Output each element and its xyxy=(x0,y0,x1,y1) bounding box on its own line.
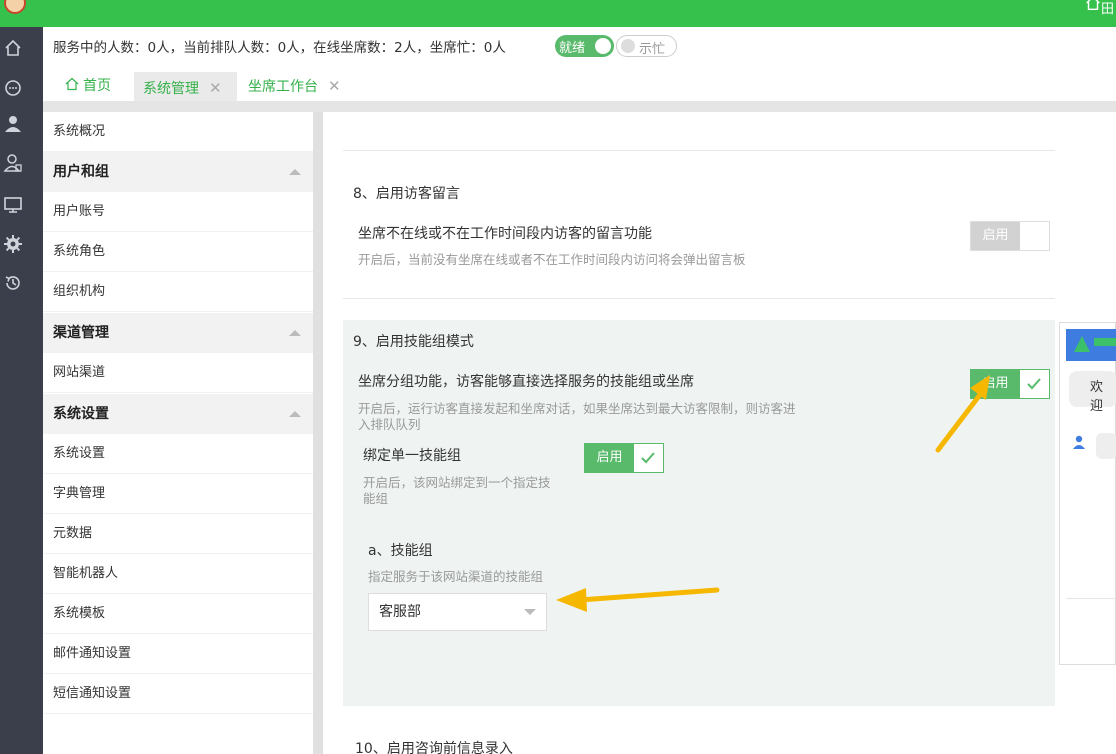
toggle-knob xyxy=(595,38,611,54)
collapse-icon xyxy=(289,330,301,336)
tab-bar: 首页 系统管理 ✕ 坐席工作台 ✕ xyxy=(43,63,1116,101)
divider xyxy=(343,150,1055,151)
bind-skill-desc-line1: 开启后，该网站绑定到一个指定技 xyxy=(363,475,551,490)
bind-skill-toggle[interactable]: 启用 xyxy=(584,443,664,473)
user-nav-icon[interactable] xyxy=(3,114,23,134)
user-avatar-icon xyxy=(1073,435,1085,449)
bind-skill-desc-line2: 能组 xyxy=(363,491,389,506)
ready-toggle[interactable]: 就绪 xyxy=(555,35,614,57)
contacts-nav-icon[interactable] xyxy=(3,153,23,173)
collapse-icon xyxy=(289,169,301,175)
chevron-down-icon xyxy=(524,609,536,615)
message-toggle[interactable]: 启用 xyxy=(970,221,1050,251)
menu-group-label: 系统设置 xyxy=(53,406,109,422)
menu-item-metadata[interactable]: 元数据 xyxy=(43,514,313,554)
menu-item-dict[interactable]: 字典管理 xyxy=(43,474,313,514)
home-icon xyxy=(65,73,79,91)
tab-home-label: 首页 xyxy=(83,78,111,94)
close-icon[interactable]: ✕ xyxy=(328,77,341,95)
menu-group-users[interactable]: 用户和组 xyxy=(43,152,313,192)
toggle-label: 启用 xyxy=(971,222,1020,250)
menu-item-sys-settings[interactable]: 系统设置 xyxy=(43,434,313,474)
section8-title: 8、启用访客留言 xyxy=(353,186,460,202)
menu-item-robot[interactable]: 智能机器人 xyxy=(43,554,313,594)
menu-group-label: 用户和组 xyxy=(53,164,109,180)
user-message-bubble xyxy=(1096,433,1116,459)
tab-home[interactable]: 首页 xyxy=(65,72,125,101)
tab-seat-workbench[interactable]: 坐席工作台 ✕ xyxy=(237,72,347,101)
chat-nav-icon[interactable] xyxy=(3,78,23,98)
toggle-knob xyxy=(621,39,635,53)
top-header-bar: 田 xyxy=(0,0,1116,27)
menu-item-web-channel[interactable]: 网站渠道 xyxy=(43,353,313,393)
busy-toggle-label: 示忙 xyxy=(639,42,666,57)
annotation-arrow-icon xyxy=(935,375,990,453)
status-summary-text: 服务中的人数：0人，当前排队人数：0人，在线坐席数：2人，坐席忙：0人 xyxy=(53,40,506,56)
ready-toggle-label: 就绪 xyxy=(559,41,586,56)
busy-toggle[interactable]: 示忙 xyxy=(616,35,677,57)
skill-group-value: 客服部 xyxy=(379,604,421,620)
menu-item-system-role[interactable]: 系统角色 xyxy=(43,232,313,272)
app-logo-icon xyxy=(4,0,26,14)
skill-group-desc: 指定服务于该网站渠道的技能组 xyxy=(368,569,544,584)
menu-group-channel[interactable]: 渠道管理 xyxy=(43,313,313,353)
side-menu-scrollbar[interactable] xyxy=(313,112,323,754)
section10-title: 10、启用咨询前信息录入 xyxy=(355,741,513,754)
home-icon[interactable] xyxy=(1084,0,1102,12)
topbar-user-text[interactable]: 田 xyxy=(1101,0,1114,17)
tab-system-label: 系统管理 xyxy=(143,81,199,97)
tab-seat-label: 坐席工作台 xyxy=(248,79,318,95)
section8-label: 坐席不在线或不在工作时间段内访客的留言功能 xyxy=(358,226,652,242)
check-icon xyxy=(1027,378,1041,390)
annotation-arrow-icon xyxy=(556,587,720,612)
brand-logo xyxy=(1094,338,1116,346)
monitor-nav-icon[interactable] xyxy=(3,195,23,215)
home-nav-icon[interactable] xyxy=(3,38,23,58)
settings-gear-icon[interactable] xyxy=(3,234,23,254)
menu-item-overview[interactable]: 系统概况 xyxy=(43,112,313,152)
check-icon xyxy=(641,452,655,464)
section9-desc-line1: 开启后，运行访客直接发起和坐席对话，如果坐席达到最大访客限制，则访客进 xyxy=(358,401,796,416)
skill-group-select[interactable]: 客服部 xyxy=(368,593,547,631)
skill-group-title: a、技能组 xyxy=(368,543,433,559)
brand-tree-icon xyxy=(1074,336,1090,352)
close-icon[interactable]: ✕ xyxy=(209,79,222,97)
preview-header xyxy=(1066,329,1116,361)
side-menu: 系统概况 用户和组 用户账号 系统角色 组织机构 渠道管理 网站渠道 系统设置 … xyxy=(43,112,313,754)
menu-item-user-account[interactable]: 用户账号 xyxy=(43,192,313,232)
section9-label: 坐席分组功能，访客能够直接选择服务的技能组或坐席 xyxy=(358,374,694,390)
menu-item-mail[interactable]: 邮件通知设置 xyxy=(43,634,313,674)
collapse-icon xyxy=(289,411,301,417)
tab-system-management[interactable]: 系统管理 ✕ xyxy=(134,72,237,101)
section8-desc: 开启后，当前没有坐席在线或者不在工作时间段内访问将会弹出留言板 xyxy=(358,252,746,267)
divider xyxy=(343,298,1055,299)
tab-divider-strip xyxy=(43,101,1116,112)
left-icon-nav xyxy=(0,27,43,754)
menu-item-org[interactable]: 组织机构 xyxy=(43,272,313,312)
history-nav-icon[interactable] xyxy=(3,273,23,293)
menu-group-label: 渠道管理 xyxy=(53,325,109,341)
section9-desc-line2: 入排队队列 xyxy=(358,417,421,432)
preview-divider xyxy=(1066,598,1116,599)
menu-item-template[interactable]: 系统模板 xyxy=(43,594,313,634)
toggle-label: 启用 xyxy=(585,444,634,472)
bind-skill-label: 绑定单一技能组 xyxy=(363,448,461,464)
greeting-text: 欢迎 xyxy=(1090,380,1104,414)
menu-group-settings[interactable]: 系统设置 xyxy=(43,394,313,434)
menu-item-sms[interactable]: 短信通知设置 xyxy=(43,674,313,714)
section9-title: 9、启用技能组模式 xyxy=(353,334,474,350)
chat-preview-widget: 欢迎 xyxy=(1059,322,1116,665)
